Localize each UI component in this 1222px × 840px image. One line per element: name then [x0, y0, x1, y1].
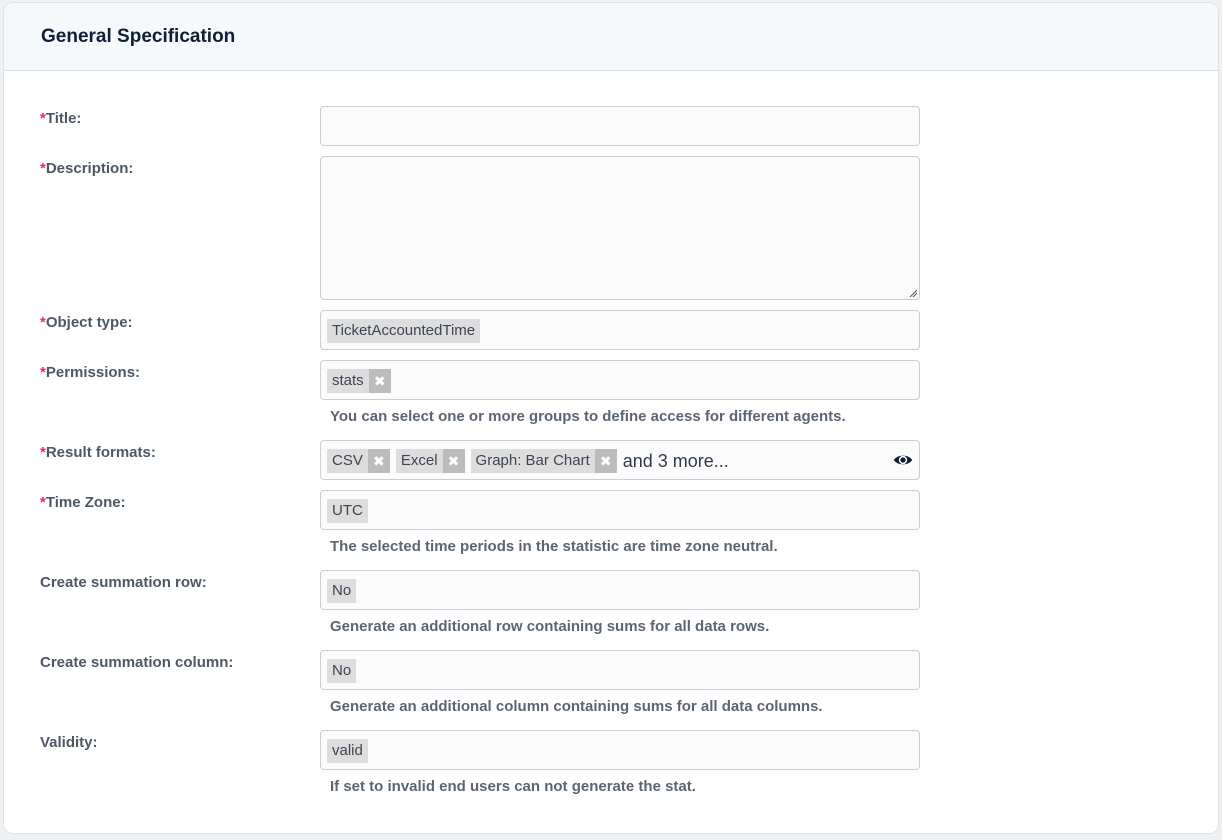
resize-handle-icon[interactable] [909, 289, 917, 297]
permissions-hint: You can select one or more groups to def… [330, 408, 846, 425]
remove-x-icon[interactable]: ✖ [594, 449, 617, 473]
eye-icon[interactable] [893, 451, 913, 469]
result-format-tag: CSV ✖ [327, 449, 390, 473]
description-textarea[interactable] [320, 156, 920, 300]
summation-row-value: No [327, 579, 357, 603]
permissions-label: *Permissions: [40, 364, 141, 381]
object-type-select[interactable]: TicketAccountedTime [320, 310, 920, 350]
summation-column-hint: Generate an additional column containing… [330, 698, 823, 715]
title-input[interactable] [320, 106, 920, 146]
validity-select[interactable]: valid [320, 730, 920, 770]
time-zone-value: UTC [327, 499, 368, 523]
validity-hint: If set to invalid end users can not gene… [330, 778, 696, 795]
card-header: General Specification [4, 3, 1218, 71]
result-format-tag: Graph: Bar Chart ✖ [470, 449, 617, 473]
card-title: General Specification [41, 25, 236, 47]
time-zone-label: *Time Zone: [40, 494, 126, 511]
more-formats-text[interactable]: and 3 more... [623, 449, 729, 473]
permissions-select[interactable]: stats ✖ [320, 360, 920, 400]
result-formats-select[interactable]: CSV ✖ Excel ✖ Graph: Bar Chart ✖ and 3 m… [320, 440, 920, 480]
remove-x-icon[interactable]: ✖ [368, 369, 391, 393]
summation-column-label: Create summation column: [40, 654, 234, 671]
description-label: *Description: [40, 160, 134, 177]
object-type-value: TicketAccountedTime [327, 319, 481, 343]
remove-x-icon[interactable]: ✖ [367, 449, 390, 473]
object-type-label: *Object type: [40, 314, 133, 331]
title-label: *Title: [40, 110, 82, 127]
time-zone-hint: The selected time periods in the statist… [330, 538, 778, 555]
validity-value: valid [327, 739, 368, 763]
validity-label: Validity: [40, 734, 98, 751]
summation-column-select[interactable]: No [320, 650, 920, 690]
permissions-tag: stats ✖ [327, 369, 391, 393]
general-specification-card: General Specification *Title: *Descripti… [3, 2, 1219, 834]
summation-row-select[interactable]: No [320, 570, 920, 610]
result-format-tag: Excel ✖ [395, 449, 465, 473]
summation-row-hint: Generate an additional row containing su… [330, 618, 770, 635]
remove-x-icon[interactable]: ✖ [442, 449, 465, 473]
result-formats-label: *Result formats: [40, 444, 156, 461]
summation-column-value: No [327, 659, 357, 683]
time-zone-select[interactable]: UTC [320, 490, 920, 530]
summation-row-label: Create summation row: [40, 574, 207, 591]
